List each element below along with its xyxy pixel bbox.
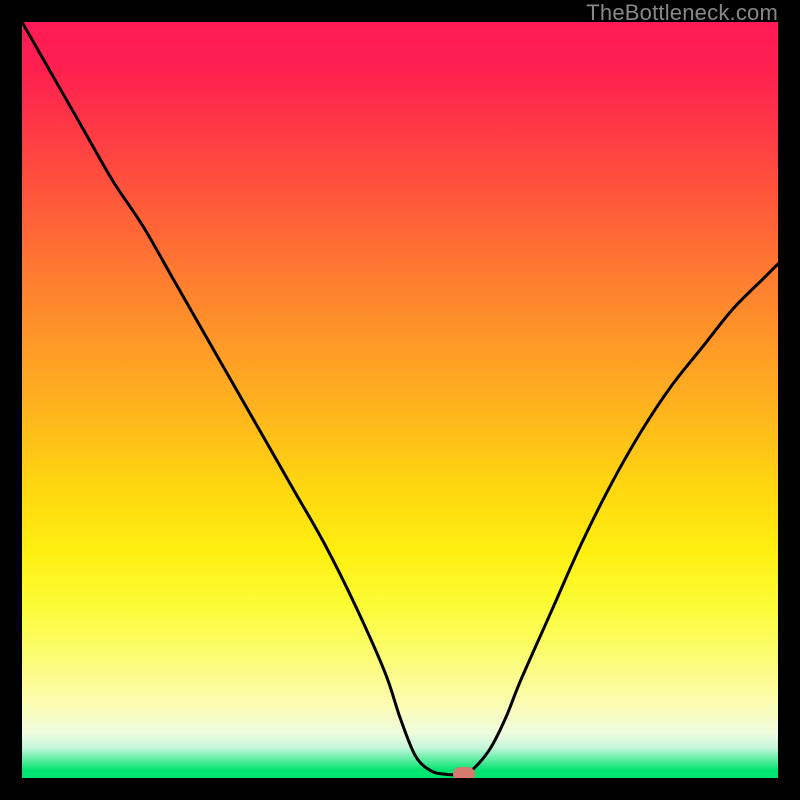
plot-area <box>22 22 778 778</box>
chart-frame: TheBottleneck.com <box>0 0 800 800</box>
bottleneck-curve <box>22 22 778 775</box>
optimal-marker-icon <box>453 767 475 778</box>
watermark-label: TheBottleneck.com <box>586 0 778 26</box>
curve-layer <box>22 22 778 778</box>
